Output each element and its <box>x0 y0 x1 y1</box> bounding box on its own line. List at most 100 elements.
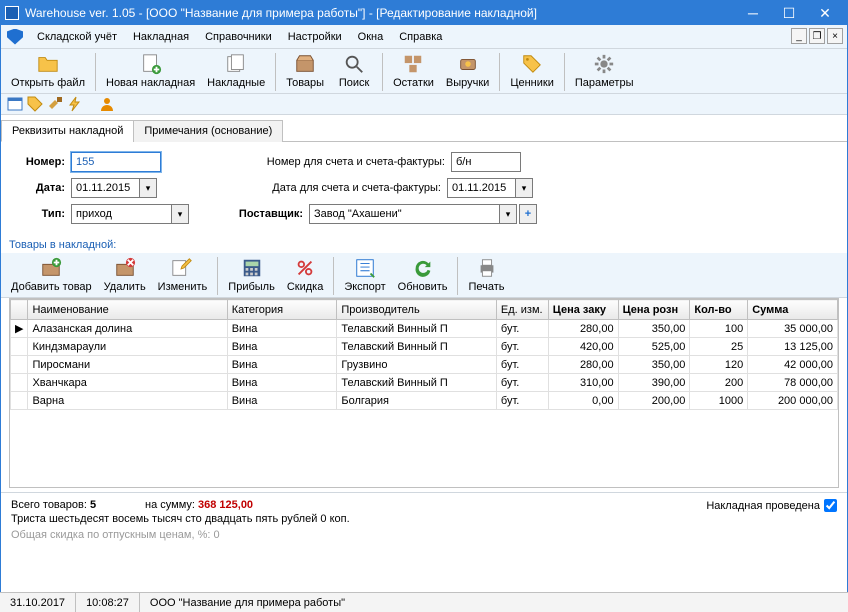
grid-cell: 35 000,00 <box>748 320 838 338</box>
newdoc-button[interactable]: Новая накладная <box>100 51 201 91</box>
invoice-number-input[interactable] <box>451 152 521 172</box>
grid-cell: 310,00 <box>548 374 618 392</box>
grid-header[interactable]: Ед. изм. <box>496 300 548 320</box>
gear-icon <box>593 53 615 75</box>
grid-cell: бут. <box>496 320 548 338</box>
discount-line: Общая скидка по отпускным ценам, %: 0 <box>1 527 847 545</box>
menu-окна[interactable]: Окна <box>350 28 392 46</box>
profit-button[interactable]: Прибыль <box>222 255 281 295</box>
tags-button[interactable]: Ценники <box>504 51 560 91</box>
grid-cell: 13 125,00 <box>748 338 838 356</box>
chevron-down-icon[interactable]: ▾ <box>515 178 533 198</box>
supplier-input[interactable] <box>309 204 499 224</box>
calendar-icon[interactable] <box>7 96 23 112</box>
grid-cell: 420,00 <box>548 338 618 356</box>
toolbar-label: Скидка <box>287 281 324 293</box>
grid-header[interactable]: Наименование <box>28 300 227 320</box>
goods-section-label: Товары в накладной: <box>1 236 847 253</box>
invoice-date-label: Дата для счета и счета-фактуры: <box>257 182 447 194</box>
grid-cell: Вина <box>227 374 337 392</box>
menu-справочники[interactable]: Справочники <box>197 28 280 46</box>
grid-header[interactable]: Кол-во <box>690 300 748 320</box>
grid-cell: 1000 <box>690 392 748 410</box>
table-row[interactable]: ВарнаВинаБолгариябут.0,00200,001000200 0… <box>11 392 838 410</box>
lightning-icon[interactable] <box>67 96 83 112</box>
menubar: Складской учётНакладнаяСправочникиНастро… <box>1 25 847 49</box>
chevron-down-icon[interactable]: ▾ <box>171 204 189 224</box>
toolbar-label: Экспорт <box>344 281 385 293</box>
date-picker[interactable]: ▾ <box>71 178 157 198</box>
invoice-date-picker[interactable]: ▾ <box>447 178 533 198</box>
row-cursor <box>11 338 28 356</box>
del-button[interactable]: Удалить <box>98 255 152 295</box>
person-icon[interactable] <box>99 96 115 112</box>
docs-button[interactable]: Накладные <box>201 51 271 91</box>
add-supplier-button[interactable]: + <box>519 204 537 224</box>
toolbar-label: Обновить <box>398 281 448 293</box>
grid-header[interactable]: Сумма <box>748 300 838 320</box>
hammer-icon[interactable] <box>47 96 63 112</box>
menu-накладная[interactable]: Накладная <box>125 28 197 46</box>
table-row[interactable]: ПиросманиВинаГрузвинобут.280,00350,00120… <box>11 356 838 374</box>
grid-cell: 390,00 <box>618 374 690 392</box>
grid-header[interactable]: Категория <box>227 300 337 320</box>
tag-icon[interactable] <box>27 96 43 112</box>
table-row[interactable]: КиндзмараулиВинаТелавский Винный Пбут.42… <box>11 338 838 356</box>
print-button[interactable]: Печать <box>462 255 510 295</box>
close-button[interactable]: ✕ <box>807 2 843 24</box>
tab-notes[interactable]: Примечания (основание) <box>133 120 283 142</box>
grid-cell: 200,00 <box>618 392 690 410</box>
grid-header[interactable]: Цена розн <box>618 300 690 320</box>
chevron-down-icon[interactable]: ▾ <box>139 178 157 198</box>
export-button[interactable]: Экспорт <box>338 255 391 295</box>
goods-button[interactable]: Товары <box>280 51 330 91</box>
revenue-button[interactable]: Выручки <box>440 51 495 91</box>
menu-справка[interactable]: Справка <box>391 28 450 46</box>
edit-icon <box>171 257 193 279</box>
menu-складской-учёт[interactable]: Складской учёт <box>29 28 125 46</box>
posted-checkbox[interactable] <box>824 499 837 512</box>
tab-requisites[interactable]: Реквизиты накладной <box>1 120 134 142</box>
goods-grid: НаименованиеКатегорияПроизводительЕд. из… <box>9 298 839 488</box>
maximize-button[interactable]: ☐ <box>771 2 807 24</box>
folder-button[interactable]: Открыть файл <box>5 51 91 91</box>
summary-bar: Всего товаров: 5 на сумму: 368 125,00 Тр… <box>1 492 847 527</box>
status-org: ООО "Название для примера работы" <box>140 593 848 612</box>
grid-header[interactable]: Производитель <box>337 300 497 320</box>
toolbar-label: Новая накладная <box>106 77 195 89</box>
grid-cell: бут. <box>496 338 548 356</box>
chevron-down-icon[interactable]: ▾ <box>499 204 517 224</box>
shield-icon <box>7 29 23 45</box>
grid-cell: Вина <box>227 392 337 410</box>
type-input[interactable] <box>71 204 171 224</box>
grid-cell: Вина <box>227 356 337 374</box>
grid-cell: Телавский Винный П <box>337 338 497 356</box>
type-combo[interactable]: ▾ <box>71 204 189 224</box>
posted-label: Накладная проведена <box>706 500 820 512</box>
mdi-close-button[interactable]: × <box>827 28 843 44</box>
stock-button[interactable]: Остатки <box>387 51 440 91</box>
grid-cell: Болгария <box>337 392 497 410</box>
add-button[interactable]: Добавить товар <box>5 255 98 295</box>
table-row[interactable]: ▶Алазанская долинаВинаТелавский Винный П… <box>11 320 838 338</box>
number-input[interactable] <box>71 152 161 172</box>
date-input[interactable] <box>71 178 139 198</box>
app-icon <box>5 6 19 20</box>
refresh-button[interactable]: Обновить <box>392 255 454 295</box>
menu-настройки[interactable]: Настройки <box>280 28 350 46</box>
table-row[interactable]: ХванчкараВинаТелавский Винный Пбут.310,0… <box>11 374 838 392</box>
grid-cell: 350,00 <box>618 356 690 374</box>
mdi-restore-button[interactable]: ❐ <box>809 28 825 44</box>
search-button[interactable]: Поиск <box>330 51 378 91</box>
discount-button[interactable]: Скидка <box>281 255 330 295</box>
invoice-date-input[interactable] <box>447 178 515 198</box>
edit-button[interactable]: Изменить <box>152 255 214 295</box>
grid-header[interactable]: Цена заку <box>548 300 618 320</box>
supplier-combo[interactable]: ▾ <box>309 204 517 224</box>
tabs: Реквизиты накладной Примечания (основани… <box>1 115 847 142</box>
mdi-minimize-button[interactable]: _ <box>791 28 807 44</box>
gear-button[interactable]: Параметры <box>569 51 640 91</box>
toolbar-label: Прибыль <box>228 281 275 293</box>
minimize-button[interactable]: ─ <box>735 2 771 24</box>
total-goods-label: Всего товаров: <box>11 499 87 511</box>
